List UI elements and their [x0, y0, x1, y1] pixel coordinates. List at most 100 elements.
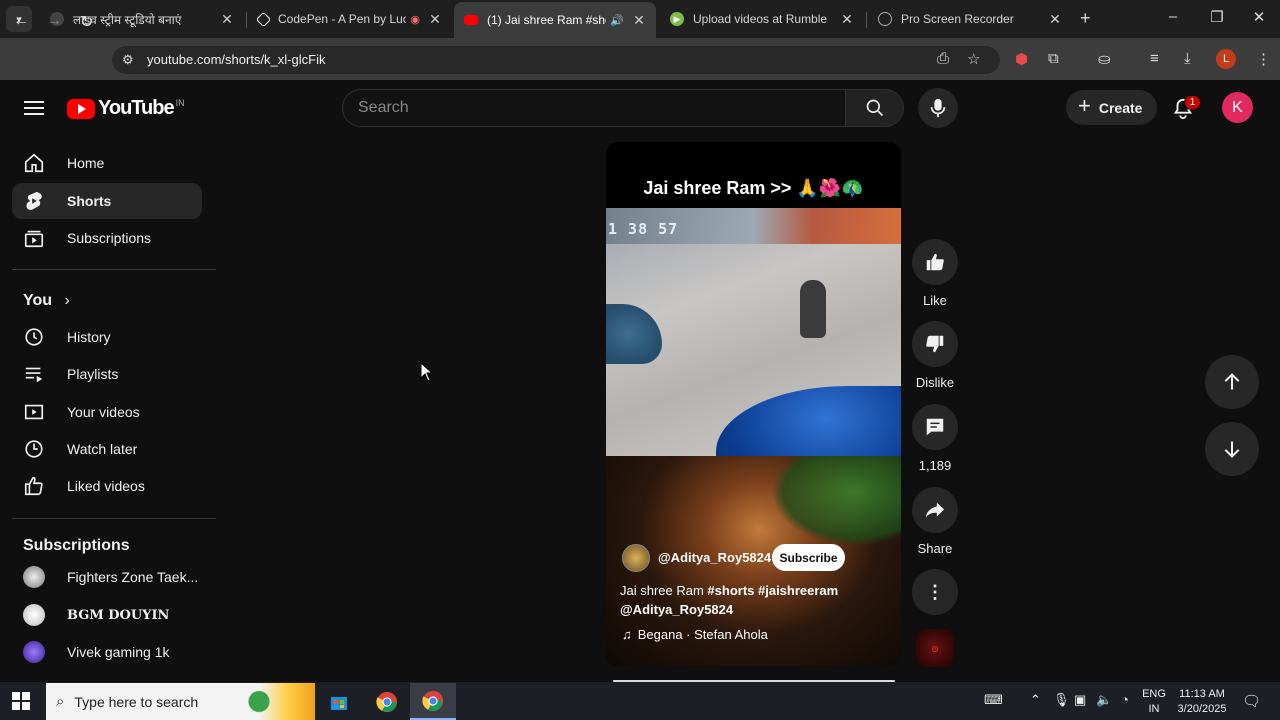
downloads-icon[interactable]: ⤓ [1184, 50, 1191, 67]
language-indicator[interactable]: ENG IN [1140, 687, 1168, 717]
install-app-icon[interactable]: ⎙ [937, 50, 949, 67]
browser-tab-rumble[interactable]: ▶ Upload videos at Rumble ✕ [660, 4, 864, 34]
minimize-window-icon[interactable]: – [1158, 8, 1188, 25]
sidebar-subscription-bgm-douyin[interactable]: BGM DOUYIN [12, 597, 202, 633]
clock-date: 3/20/2025 [1177, 703, 1227, 715]
forward-arrow-icon[interactable]: → [46, 12, 62, 30]
previous-short-button[interactable] [1205, 355, 1259, 409]
incognito-icon[interactable]: ⛀ [1098, 50, 1111, 68]
sidebar-item-shorts[interactable]: Shorts [12, 183, 202, 219]
channel-avatar [23, 641, 45, 663]
comments-button[interactable]: 1,189 [912, 404, 958, 473]
caption-hashtags[interactable]: #shorts #jaishreeram [707, 583, 838, 598]
sidebar-subscription-fighters-zone[interactable]: Fighters Zone Taek... [12, 559, 202, 595]
hamburger-menu-icon[interactable] [24, 97, 44, 119]
audio-playing-icon[interactable]: 🔊 [610, 14, 624, 27]
video-clip-frame: 1 38 57 [606, 208, 901, 456]
notification-count-badge: 1 [1184, 95, 1201, 110]
chevron-up-icon[interactable]: ⌃ [1030, 692, 1041, 708]
network-icon[interactable]: ◔ [1121, 692, 1129, 707]
sidebar-item-your-videos[interactable]: Your videos [12, 394, 202, 430]
new-tab-button[interactable]: + [1080, 8, 1091, 29]
extensions-puzzle-icon[interactable]: ⧉ [1048, 50, 1059, 67]
watch-later-icon [23, 438, 45, 460]
sidebar-item-label: Home [67, 155, 105, 171]
sidebar-item-home[interactable]: Home [12, 145, 202, 181]
chevron-right-icon: › [64, 292, 70, 309]
bookmark-star-icon[interactable]: ☆ [967, 50, 980, 68]
close-tab-icon[interactable]: ✕ [1048, 11, 1062, 28]
volume-icon[interactable]: 🔈 [1096, 692, 1112, 708]
sidebar-item-history[interactable]: History [12, 319, 202, 355]
dislike-button[interactable]: Dislike [912, 321, 958, 390]
recording-icon: ◉ [410, 13, 420, 26]
sidebar-item-label: Shorts [67, 193, 112, 209]
sound-disc-icon: ◎ [931, 643, 939, 653]
caption-mention[interactable]: @Aditya_Roy5824 [620, 602, 733, 617]
taskbar-search-input[interactable]: ⌕ Type here to search [46, 683, 315, 720]
sidebar-item-label: Fighters Zone Taek... [67, 569, 199, 585]
media-controls-icon[interactable]: ≡ [1150, 50, 1159, 67]
search-icon [866, 99, 883, 117]
meet-now-icon[interactable]: ▣ [1074, 692, 1086, 708]
browser-profile-avatar[interactable]: L [1216, 49, 1236, 69]
chrome-icon[interactable] [364, 683, 410, 720]
voice-search-button[interactable] [918, 88, 958, 128]
site-info-icon[interactable]: ⚙ [122, 52, 134, 68]
sound-thumbnail[interactable]: ◎ [916, 629, 954, 667]
browser-tab-codepen[interactable]: CodePen - A Pen by Luc ◉ ✕ [248, 4, 452, 34]
you-section-heading[interactable]: You › [23, 292, 70, 310]
music-info-link[interactable]: ♫ Begana · Stefan Ahola [622, 627, 768, 642]
subscriptions-icon [23, 227, 45, 249]
rumble-favicon-icon: ▶ [670, 12, 684, 26]
reload-icon[interactable]: ↻ [80, 12, 93, 32]
more-options-button[interactable]: ⋮ [912, 569, 958, 615]
youtube-logo[interactable]: YouTube IN [67, 97, 185, 120]
search-input[interactable] [342, 89, 846, 127]
close-tab-icon[interactable]: ✕ [428, 11, 442, 28]
browser-tab-jai-shree-ram[interactable]: (1) Jai shree Ram #shorts 🔊 ✕ [454, 2, 656, 38]
sidebar-item-playlists[interactable]: Playlists [12, 356, 202, 392]
share-button[interactable]: Share [912, 487, 958, 556]
search-button[interactable] [846, 89, 904, 127]
sidebar-subscription-vivek-gaming[interactable]: Vivek gaming 1k [12, 634, 202, 670]
chrome-profile-icon[interactable] [410, 683, 456, 720]
url-text[interactable]: youtube.com/shorts/k_xl-glcFik [147, 52, 325, 67]
you-heading-label: You [23, 292, 53, 309]
taskbar-clock[interactable]: 11:13 AM 3/20/2025 [1172, 687, 1232, 717]
browser-tab-live-studio[interactable]: लाइव स्ट्रीम स्टूडियो बनाएं ✕ [40, 4, 244, 34]
close-window-icon[interactable]: ✕ [1244, 8, 1274, 26]
close-tab-icon[interactable]: ✕ [840, 11, 854, 28]
extension-badge-icon[interactable]: ⬢ [1015, 50, 1028, 68]
sidebar-item-watch-later[interactable]: Watch later [12, 431, 202, 467]
sidebar-item-subscriptions[interactable]: Subscriptions [12, 220, 202, 256]
restore-window-icon[interactable]: ❐ [1202, 8, 1232, 26]
close-tab-icon[interactable]: ✕ [220, 11, 234, 28]
notification-center-icon[interactable]: 🗨 [1242, 692, 1261, 710]
windows-start-icon[interactable] [12, 692, 30, 715]
sidebar-item-liked-videos[interactable]: Liked videos [12, 468, 202, 504]
thumbs-up-icon [23, 475, 45, 497]
create-button[interactable]: + Create [1066, 90, 1157, 125]
channel-avatar[interactable] [622, 544, 650, 572]
share-label: Share [917, 541, 953, 556]
short-video-player[interactable]: Jai shree Ram >> 🙏🌺🦚 1 38 57 @Aditya_Roy… [606, 142, 901, 666]
keyboard-icon[interactable]: ⌨ [984, 692, 1003, 708]
search-highlight-image [245, 683, 315, 720]
microphone-tray-icon[interactable]: 🎙 [1053, 692, 1070, 708]
microsoft-store-icon[interactable] [316, 683, 362, 720]
person-figure-image [800, 280, 826, 338]
next-short-button[interactable] [1205, 422, 1259, 476]
tab-divider [246, 12, 247, 28]
short-overlay-title: Jai shree Ram >> 🙏🌺🦚 [643, 178, 864, 198]
subscribe-button[interactable]: Subscribe [772, 544, 845, 571]
browser-tab-screen-recorder[interactable]: Pro Screen Recorder ✕ [868, 4, 1072, 34]
like-button[interactable]: Like [912, 239, 958, 308]
channel-name-link[interactable]: @Aditya_Roy5824 [658, 550, 771, 565]
browser-menu-icon[interactable]: ⋮ [1256, 50, 1271, 68]
microphone-icon [930, 98, 946, 118]
back-arrow-icon[interactable]: ← [13, 12, 29, 30]
user-avatar[interactable]: K [1222, 92, 1253, 123]
history-icon [23, 326, 45, 348]
close-tab-icon[interactable]: ✕ [632, 12, 646, 29]
